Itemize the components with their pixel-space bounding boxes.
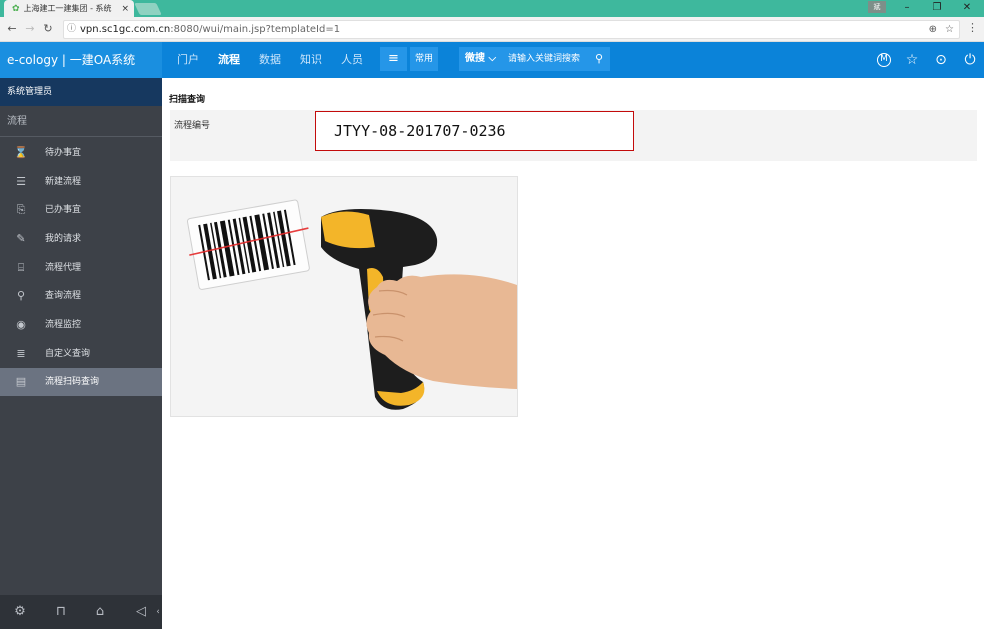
app-window: ✿ 上海建工一建集团 - 系统 × 斌 – ❐ ✕ ← → ↻ ⓘ vpn.sc… bbox=[0, 0, 984, 629]
nav-workflow[interactable]: 流程 bbox=[218, 42, 240, 78]
sidebar-item-label: 已办事宜 bbox=[45, 205, 82, 215]
barcode-scanner-image bbox=[170, 176, 518, 417]
site-favicon-icon: ✿ bbox=[12, 3, 20, 14]
m-circle-icon[interactable]: M bbox=[877, 53, 891, 67]
list-icon: ≣ bbox=[16, 347, 26, 360]
menu-toggle-icon[interactable]: ≡ bbox=[380, 47, 407, 71]
sidebar-item-label: 流程扫码查询 bbox=[45, 377, 100, 387]
sidebar-item-label: 查询流程 bbox=[45, 291, 82, 301]
theme-shirt-icon[interactable]: ⌂ bbox=[91, 603, 109, 621]
common-button[interactable]: 常用 bbox=[410, 47, 438, 71]
scan-icon: ▤ bbox=[15, 375, 27, 388]
settings-icon[interactable]: ⚙ bbox=[11, 603, 29, 621]
tab-close-icon[interactable]: × bbox=[121, 4, 134, 14]
sidebar-item-scan-query[interactable]: ▤ 流程扫码查询 bbox=[0, 368, 162, 396]
minimize-button[interactable]: – bbox=[892, 0, 922, 17]
page-title: 扫描查询 bbox=[169, 95, 206, 105]
hourglass-icon: ⌛ bbox=[14, 146, 28, 159]
sidebar-item-my-requests[interactable]: ✎ 我的请求 bbox=[0, 225, 162, 253]
sidebar-item-done[interactable]: ⎘ 已办事宜 bbox=[0, 196, 162, 224]
profile-badge[interactable]: 斌 bbox=[868, 1, 886, 13]
back-arrow-icon[interactable]: ← bbox=[4, 21, 20, 37]
chat-circle-icon[interactable]: ⊙ bbox=[931, 50, 951, 70]
info-icon[interactable]: ⓘ bbox=[67, 21, 76, 38]
sidebar-item-monitor[interactable]: ◉ 流程监控 bbox=[0, 311, 162, 339]
url-path: :8080/wui/main.jsp?templateId=1 bbox=[170, 24, 341, 35]
app-header: e-cology | 一建OA系统 门户 流程 数据 知识 人员 ≡ 常用 微搜… bbox=[0, 42, 984, 78]
forward-arrow-icon[interactable]: → bbox=[22, 21, 38, 37]
sidebar-item-custom-query[interactable]: ≣ 自定义查询 bbox=[0, 340, 162, 368]
search-icon[interactable]: ⚲ bbox=[595, 47, 603, 71]
nav-data[interactable]: 数据 bbox=[259, 42, 281, 78]
brand-title[interactable]: e-cology | 一建OA系统 bbox=[0, 42, 162, 78]
sidebar-item-label: 流程监控 bbox=[45, 320, 82, 330]
browser-menu-icon[interactable]: ⋮ bbox=[967, 21, 978, 34]
restore-button[interactable]: ❐ bbox=[922, 0, 952, 17]
sidebar-item-label: 流程代理 bbox=[45, 263, 82, 273]
bookmark-star-icon[interactable]: ☆ bbox=[945, 21, 954, 38]
monitor-icon: ◉ bbox=[16, 318, 26, 331]
sidebar-item-label: 待办事宜 bbox=[45, 148, 82, 158]
sidebar-item-label: 新建流程 bbox=[45, 177, 82, 187]
url-host: vpn.sc1gc.com.cn bbox=[80, 24, 171, 35]
lock-icon[interactable]: ⊓ bbox=[52, 603, 70, 621]
sidebar: 系统管理员 流程 ⌛ 待办事宜 ☰ 新建流程 ⎘ 已办事宜 ✎ 我的请求 ⌸ 流程代理 ⚲… bbox=[0, 78, 162, 629]
nav-knowledge[interactable]: 知识 bbox=[300, 42, 322, 78]
browser-tab-bar: ✿ 上海建工一建集团 - 系统 × 斌 – ❐ ✕ bbox=[0, 0, 984, 17]
proxy-icon: ⌸ bbox=[17, 261, 25, 274]
sidebar-item-query[interactable]: ⚲ 查询流程 bbox=[0, 282, 162, 310]
sidebar-footer: ⚙ ⊓ ⌂ ◁ ‹ bbox=[0, 595, 162, 629]
search-icon: ⚲ bbox=[16, 289, 26, 302]
main-content: 扫描查询 流程编号 JTYY-08-201707-0236 bbox=[162, 78, 984, 629]
sidebar-item-label: 我的请求 bbox=[45, 234, 82, 244]
power-icon[interactable]: ⏻ bbox=[960, 50, 980, 70]
tab-title: 上海建工一建集团 - 系统 bbox=[23, 4, 112, 13]
sidebar-item-label: 自定义查询 bbox=[45, 349, 91, 359]
nav-people[interactable]: 人员 bbox=[341, 42, 363, 78]
done-doc-icon: ⎘ bbox=[16, 203, 26, 216]
edit-icon: ✎ bbox=[16, 232, 26, 245]
url-input[interactable]: ⓘ vpn.sc1gc.com.cn:8080/wui/main.jsp?tem… bbox=[63, 20, 960, 39]
form-row: 流程编号 JTYY-08-201707-0236 bbox=[170, 110, 977, 161]
search-box[interactable]: 微搜 ⌵ 请输入关键词搜索 ⚲ bbox=[459, 47, 610, 71]
search-scope-select[interactable]: 微搜 ⌵ bbox=[465, 47, 496, 71]
workflow-number-input[interactable]: JTYY-08-201707-0236 bbox=[315, 111, 634, 151]
scanner-illustration bbox=[186, 199, 517, 410]
field-label: 流程编号 bbox=[174, 121, 211, 131]
reload-icon[interactable]: ↻ bbox=[40, 21, 56, 37]
zoom-icon[interactable]: ⊕ bbox=[929, 21, 937, 38]
sound-icon[interactable]: ◁ bbox=[132, 603, 150, 621]
sidebar-item-proxy[interactable]: ⌸ 流程代理 bbox=[0, 254, 162, 282]
sidebar-section-title: 流程 bbox=[0, 110, 162, 137]
window-close-button[interactable]: ✕ bbox=[952, 0, 982, 17]
nav-portal[interactable]: 门户 bbox=[177, 42, 199, 78]
new-doc-icon: ☰ bbox=[16, 175, 26, 188]
search-input[interactable]: 请输入关键词搜索 bbox=[508, 47, 580, 71]
sidebar-item-new-workflow[interactable]: ☰ 新建流程 bbox=[0, 168, 162, 196]
browser-tab[interactable]: ✿ 上海建工一建集团 - 系统 × bbox=[4, 0, 134, 17]
current-user[interactable]: 系统管理员 bbox=[0, 78, 162, 106]
new-tab-button[interactable] bbox=[134, 3, 162, 15]
sidebar-item-todo[interactable]: ⌛ 待办事宜 bbox=[0, 139, 162, 167]
address-bar-row: ← → ↻ ⓘ vpn.sc1gc.com.cn:8080/wui/main.j… bbox=[0, 17, 984, 42]
star-icon[interactable]: ☆ bbox=[902, 50, 922, 70]
